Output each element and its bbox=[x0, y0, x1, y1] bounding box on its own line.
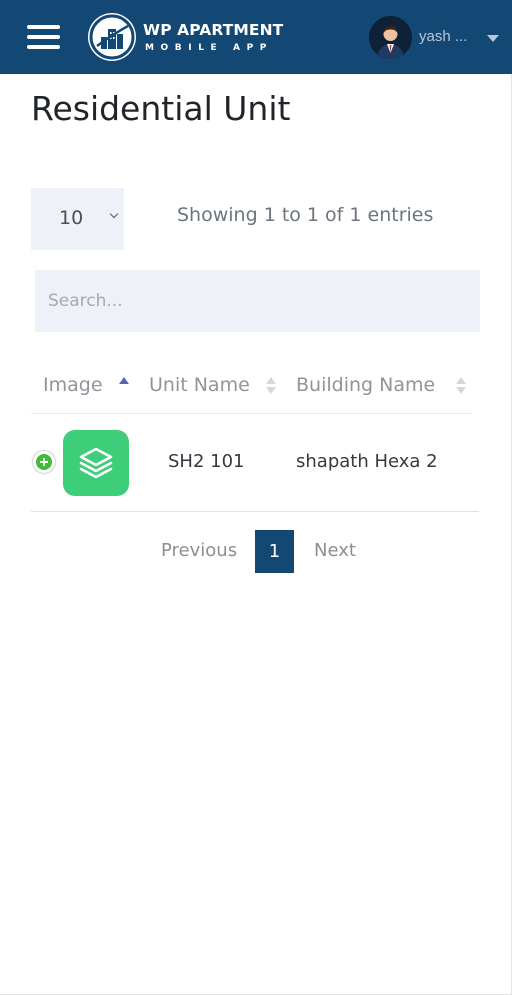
pagination-previous[interactable]: Previous bbox=[161, 540, 237, 561]
column-header-unit-name[interactable]: Unit Name bbox=[149, 374, 250, 396]
user-menu[interactable]: yash ... bbox=[369, 16, 504, 60]
entries-per-page-select[interactable]: 10 bbox=[31, 188, 124, 250]
pagination-page-1[interactable]: 1 bbox=[255, 530, 294, 573]
brand-subtitle: MOBILE APP bbox=[145, 43, 273, 53]
user-avatar bbox=[369, 16, 412, 59]
sort-icon[interactable] bbox=[266, 377, 276, 397]
layers-icon bbox=[63, 430, 129, 496]
search-input[interactable] bbox=[35, 270, 480, 332]
building-name-cell: shapath Hexa 2 bbox=[296, 451, 438, 472]
column-header-image[interactable]: Image bbox=[43, 374, 103, 396]
hamburger-icon[interactable] bbox=[27, 24, 60, 50]
table-row-divider bbox=[31, 511, 479, 512]
chevron-down-icon bbox=[109, 209, 119, 219]
pagination-next[interactable]: Next bbox=[314, 540, 356, 561]
entries-per-page-value: 10 bbox=[59, 207, 84, 229]
building-logo-icon bbox=[88, 13, 136, 61]
app-logo[interactable]: WP APARTMENT MOBILE APP bbox=[88, 13, 288, 63]
column-header-building-name[interactable]: Building Name bbox=[296, 374, 435, 396]
unit-name-cell: SH2 101 bbox=[168, 451, 245, 472]
page-title: Residential Unit bbox=[31, 89, 291, 128]
brand-title: WP APARTMENT bbox=[143, 21, 284, 39]
expand-row-icon[interactable] bbox=[33, 451, 55, 473]
top-navbar: WP APARTMENT MOBILE APP yash ... bbox=[0, 0, 512, 74]
user-name: yash ... bbox=[419, 28, 468, 45]
table-header-divider bbox=[31, 413, 472, 414]
sort-ascending-icon[interactable] bbox=[119, 377, 129, 397]
sort-icon[interactable] bbox=[456, 377, 466, 397]
caret-down-icon[interactable] bbox=[487, 35, 499, 42]
table-info: Showing 1 to 1 of 1 entries bbox=[177, 204, 434, 226]
